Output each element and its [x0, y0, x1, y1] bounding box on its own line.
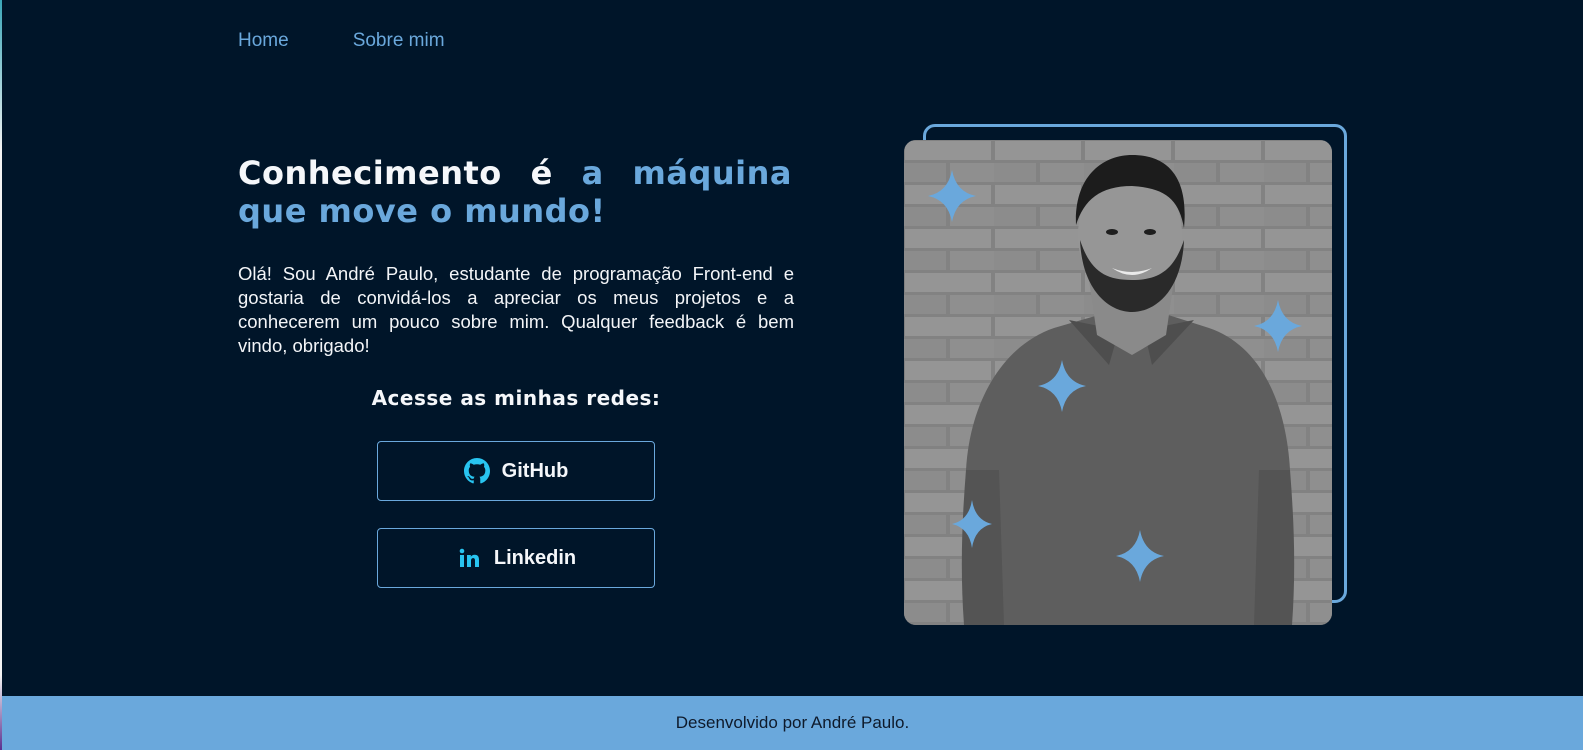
site-footer: Desenvolvido por André Paulo.: [2, 696, 1583, 750]
linkedin-icon: [456, 545, 482, 571]
hero-title-main: Conhecimento é: [238, 154, 582, 192]
github-icon: [463, 458, 490, 484]
hero-title: Conhecimento é a máquina que move o mund…: [238, 154, 792, 230]
top-nav: Home Sobre mim: [238, 30, 445, 52]
nav-about-link[interactable]: Sobre mim: [353, 30, 445, 52]
linkedin-button[interactable]: Linkedin: [377, 528, 655, 588]
intro-paragraph: Olá! Sou André Paulo, estudante de progr…: [238, 263, 794, 356]
nav-home-link[interactable]: Home: [238, 30, 289, 52]
window-edge: [0, 0, 2, 750]
github-button-label: GitHub: [501, 459, 569, 482]
profile-photo: [904, 140, 1332, 625]
page: Home Sobre mim Conhecimento é a máquina …: [0, 0, 1583, 750]
github-button[interactable]: GitHub: [377, 441, 655, 501]
social-heading: Acesse as minhas redes:: [371, 386, 661, 410]
linkedin-button-label: Linkedin: [493, 546, 577, 569]
footer-credit: Desenvolvido por André Paulo.: [675, 713, 910, 732]
